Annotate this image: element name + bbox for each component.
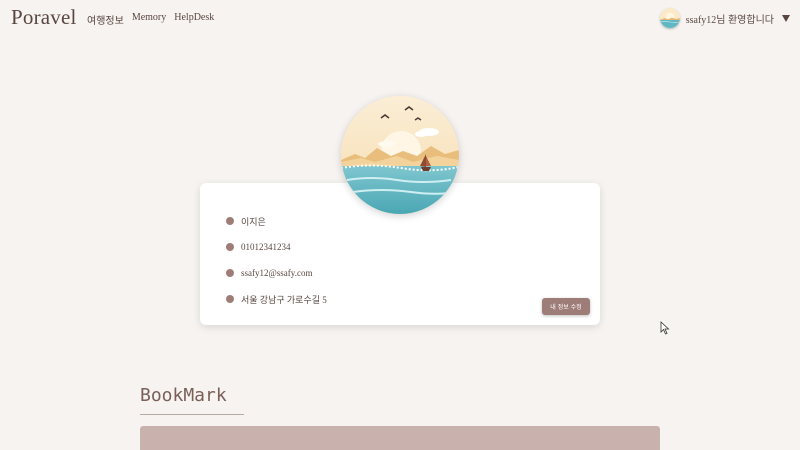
nav-link-travel-info[interactable]: 여행정보 bbox=[87, 12, 124, 27]
welcome-text: ssafy12님 환영합니다 bbox=[685, 14, 774, 26]
list-item: 이지은 bbox=[226, 208, 327, 234]
user-menu[interactable]: ssafy12님 환영합니다 bbox=[659, 8, 790, 28]
beach-avatar-icon bbox=[659, 8, 680, 28]
bookmark-title: BookMark bbox=[140, 385, 227, 406]
beach-landscape-icon bbox=[341, 96, 459, 214]
chevron-down-icon[interactable] bbox=[782, 14, 790, 22]
list-item: ssafy12@ssafy.com bbox=[226, 260, 327, 286]
profile-info-list: 이지은 01012341234 ssafy12@ssafy.com 서울 강남구… bbox=[226, 208, 327, 312]
profile-avatar bbox=[341, 96, 459, 214]
bullet-dot-icon bbox=[226, 217, 234, 225]
list-item: 서울 강남구 가로수길 5 bbox=[226, 286, 327, 312]
nav-links: 여행정보 Memory HelpDesk bbox=[87, 12, 214, 27]
profile-address: 서울 강남구 가로수길 5 bbox=[241, 294, 327, 305]
profile-email: ssafy12@ssafy.com bbox=[241, 268, 313, 278]
bullet-dot-icon bbox=[226, 295, 234, 303]
brand-logo[interactable]: Poravel bbox=[11, 5, 77, 30]
bullet-dot-icon bbox=[226, 243, 234, 251]
list-item: 01012341234 bbox=[226, 234, 327, 260]
mouse-cursor-icon bbox=[660, 321, 670, 335]
nav-link-helpdesk[interactable]: HelpDesk bbox=[174, 12, 214, 27]
nav-link-memory[interactable]: Memory bbox=[132, 12, 166, 27]
edit-profile-button[interactable]: 내 정보 수정 bbox=[542, 298, 590, 315]
profile-phone: 01012341234 bbox=[241, 242, 291, 252]
bullet-dot-icon bbox=[226, 269, 234, 277]
top-nav: Poravel 여행정보 Memory HelpDesk ssafy12님 환영… bbox=[0, 0, 800, 36]
avatar[interactable] bbox=[659, 8, 680, 28]
bookmark-divider bbox=[140, 414, 244, 415]
profile-name: 이지은 bbox=[241, 216, 266, 227]
bookmark-panel bbox=[140, 426, 660, 450]
